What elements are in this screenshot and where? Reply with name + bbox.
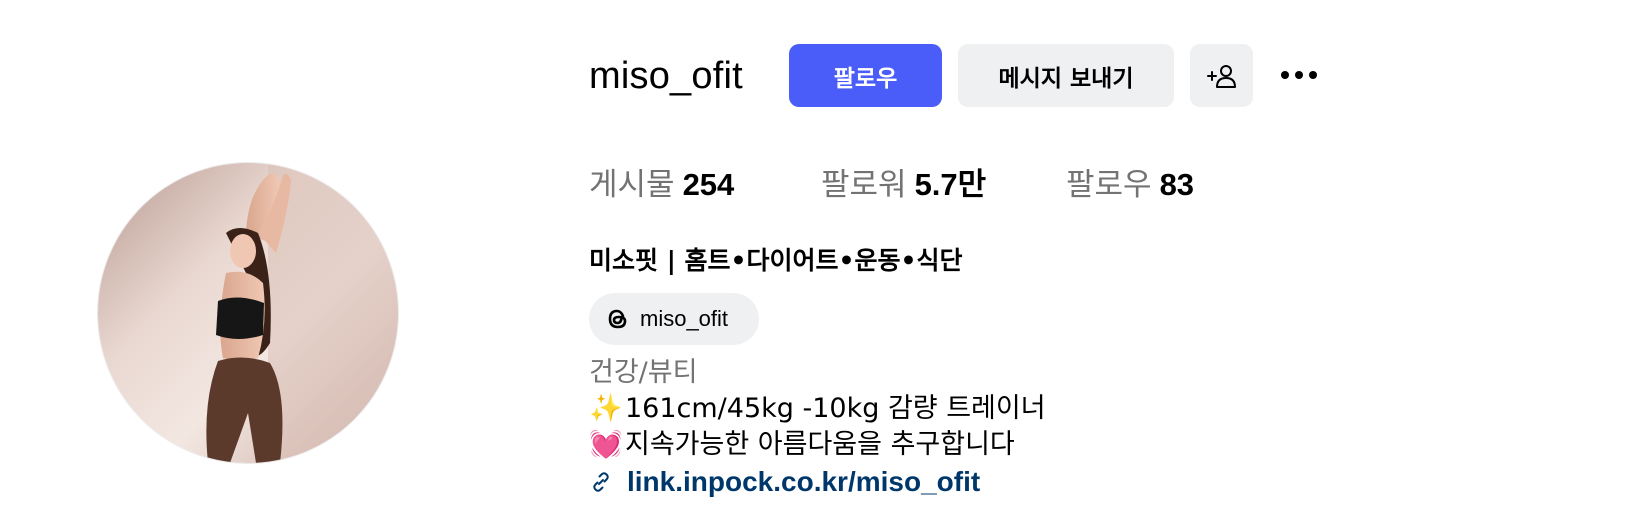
bio-display-name: 미소핏 | 홈트•다이어트•운동•식단 (589, 246, 963, 275)
posts-count: 게시물 254 (589, 164, 734, 206)
following-value: 83 (1159, 167, 1195, 202)
message-button[interactable]: 메시지 보내기 (958, 44, 1174, 107)
bio-line: ✨161cm/45kg -10kg 감량 트레이너 (589, 391, 1046, 427)
threads-handle: miso_ofit (640, 306, 729, 331)
threads-badge-link[interactable]: miso_ofit (589, 293, 759, 345)
followers-value: 5.7만 (914, 167, 987, 202)
followers-label: 팔로워 (821, 167, 907, 203)
more-options-button[interactable] (1274, 60, 1324, 90)
follow-button[interactable]: 팔로우 (789, 44, 942, 107)
followers-count[interactable]: 팔로워 5.7만 (821, 164, 986, 206)
posts-value: 254 (682, 167, 735, 202)
person-add-icon (1206, 64, 1236, 88)
following-label: 팔로우 (1066, 167, 1152, 203)
bio-line-text: 지속가능한 아름다움을 추구합니다 (625, 429, 1015, 460)
profile-username: miso_ofit (589, 55, 743, 97)
following-count[interactable]: 팔로우 83 (1066, 164, 1194, 206)
suggest-similar-button[interactable] (1190, 44, 1253, 107)
bio-website-link[interactable]: link.inpock.co.kr/miso_ofit (589, 463, 980, 501)
sparkles-icon: ✨ (589, 393, 623, 424)
more-dot (1295, 71, 1303, 79)
profile-avatar[interactable] (98, 163, 398, 463)
heart-icon: 💓 (589, 429, 623, 460)
profile-category: 건강/뷰티 (589, 357, 698, 388)
posts-label: 게시물 (589, 167, 675, 203)
profile-page: miso_ofit 팔로우 메시지 보내기 게시물 254 팔로워 5.7만 팔로우… (0, 0, 1636, 520)
link-icon (593, 472, 609, 492)
bio-line: 💓지속가능한 아름다움을 추구합니다 (589, 427, 1015, 463)
avatar-image (98, 163, 398, 463)
bio-link-text: link.inpock.co.kr/miso_ofit (627, 466, 981, 497)
threads-icon (608, 309, 627, 329)
more-dot (1309, 71, 1317, 79)
bio-line-text: 161cm/45kg -10kg 감량 트레이너 (625, 393, 1046, 424)
more-horizontal-icon (1281, 71, 1289, 79)
